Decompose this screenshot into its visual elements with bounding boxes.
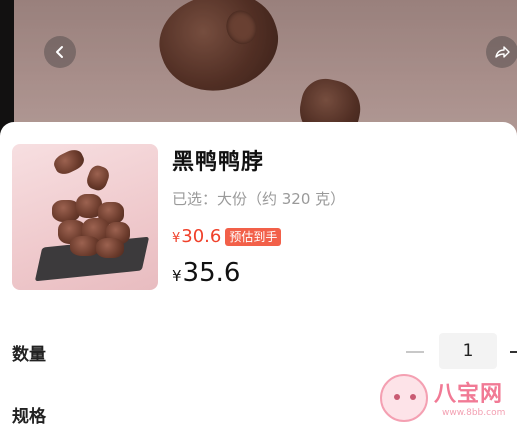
plus-icon[interactable] xyxy=(510,351,517,353)
quantity-input[interactable]: 1 xyxy=(439,333,497,369)
thumbnail-piece xyxy=(84,163,112,193)
product-price: ¥35.6 xyxy=(172,258,240,288)
price-currency: ¥ xyxy=(172,267,182,285)
share-button[interactable] xyxy=(486,36,517,68)
product-thumbnail xyxy=(12,144,158,290)
thumbnail-piece xyxy=(51,146,87,178)
estimated-amount: 30.6 xyxy=(181,226,222,247)
price-amount: 35.6 xyxy=(182,258,241,288)
spec-label: 规格 xyxy=(12,407,46,425)
back-button[interactable] xyxy=(44,36,76,68)
watermark: 八宝网 www.8bb.com xyxy=(380,370,517,425)
thumbnail-piece xyxy=(96,238,124,258)
watermark-brand: 八宝网 xyxy=(434,382,504,407)
selected-spec-text: 已选：大份（约 320 克） xyxy=(172,190,346,208)
share-arrow-icon xyxy=(495,46,510,58)
estimated-price-row: ¥30.6 预估到手 xyxy=(172,226,282,247)
chevron-left-icon xyxy=(56,46,63,58)
watermark-face-icon xyxy=(380,374,428,422)
quantity-label: 数量 xyxy=(12,345,46,365)
product-title: 黑鸭鸭脖 xyxy=(172,150,265,175)
estimated-currency: ¥ xyxy=(172,231,181,246)
estimated-badge: 预估到手 xyxy=(225,227,282,246)
minus-icon[interactable] xyxy=(406,351,424,353)
watermark-url: www.8bb.com xyxy=(442,408,506,418)
estimated-price: ¥30.6 xyxy=(172,226,221,247)
